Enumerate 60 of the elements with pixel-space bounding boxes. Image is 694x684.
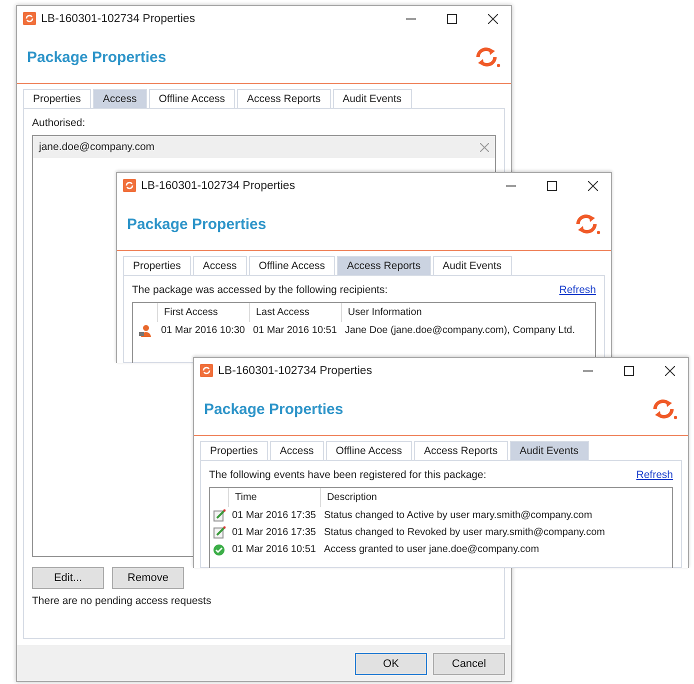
close-icon[interactable] [488, 14, 498, 24]
tab[interactable]: Audit Events [510, 441, 589, 460]
tab[interactable]: Properties [23, 89, 91, 108]
header-title: Package Properties [204, 400, 344, 418]
table-cell-text: Access granted to user jane.doe@company.com [322, 543, 540, 557]
tab[interactable]: Properties [123, 256, 191, 275]
list-item[interactable]: jane.doe@company.com [33, 136, 495, 158]
tab[interactable]: Access Reports [337, 256, 431, 275]
person-icon [138, 324, 152, 338]
table-cell-text: Status changed to Revoked by user mary.smith@company.com [322, 526, 606, 540]
maximize-icon[interactable] [624, 366, 634, 376]
app-icon [123, 179, 136, 192]
tab[interactable]: Offline Access [148, 89, 236, 108]
close-icon[interactable] [665, 366, 675, 376]
email-text: jane.doe@company.com [39, 141, 155, 153]
maximize-icon[interactable] [447, 14, 457, 24]
tab[interactable]: Access Reports [414, 441, 508, 460]
intro-text: The following events have been registered for this package: [209, 469, 486, 481]
tab[interactable]: Access [270, 441, 324, 460]
action-button[interactable]: Remove [112, 567, 184, 589]
header-title: Package Properties [27, 48, 166, 66]
table-cell-text: 01 Mar 2016 10:51 [252, 324, 338, 338]
window-title: LB-160301-102734 Properties [41, 12, 196, 24]
window-title: LB-160301-102734 Properties [218, 364, 374, 376]
refresh-link[interactable]: Refresh [636, 469, 673, 481]
app-icon [23, 12, 36, 25]
app-icon [200, 364, 213, 377]
close-icon[interactable] [588, 180, 598, 190]
table-cell-text: 01 Mar 2016 17:35 [231, 509, 317, 523]
tab[interactable]: Access [192, 256, 247, 275]
tab[interactable]: Access Reports [237, 89, 331, 108]
table-cell-text: 01 Mar 2016 17:35 [231, 526, 317, 540]
maximize-icon[interactable] [547, 180, 557, 190]
refresh-link[interactable]: Refresh [559, 284, 596, 296]
tab[interactable]: Offline Access [248, 256, 336, 275]
window-title: LB-160301-102734 Properties [141, 180, 296, 192]
column-header[interactable]: Description [320, 488, 672, 507]
intro-text: The package was accessed by the following recipients: [132, 284, 388, 296]
column-header[interactable]: User Information [340, 303, 595, 322]
tab[interactable]: Offline Access [326, 441, 412, 460]
table-cell-text: 01 Mar 2016 10:30 [160, 324, 246, 338]
tab[interactable]: Audit Events [332, 89, 412, 108]
check-circle-icon [213, 544, 225, 556]
tab[interactable]: Audit Events [432, 256, 512, 275]
header-title: Package Properties [127, 216, 266, 232]
action-button[interactable]: Edit... [32, 567, 104, 589]
dialog-button[interactable]: OK [355, 653, 427, 675]
list-label: Authorised: [32, 117, 86, 129]
dialog-button[interactable]: Cancel [433, 653, 505, 675]
table-cell-text: 01 Mar 2016 10:51 [231, 543, 317, 557]
column-header[interactable]: Time [228, 488, 320, 507]
tab[interactable]: Properties [200, 441, 268, 460]
table-cell-text: Jane Doe (jane.doe@company.com), Company Ltd. [344, 324, 576, 338]
edit-note-icon [212, 526, 226, 539]
table-cell-text: Status changed to Active by user mary.smith@company.com [322, 509, 594, 523]
tab[interactable]: Access [92, 89, 147, 108]
edit-note-icon [212, 509, 226, 522]
status-note: There are no pending access requests [32, 595, 212, 607]
column-header[interactable]: First Access [157, 303, 249, 322]
column-header[interactable]: Last Access [248, 303, 341, 322]
